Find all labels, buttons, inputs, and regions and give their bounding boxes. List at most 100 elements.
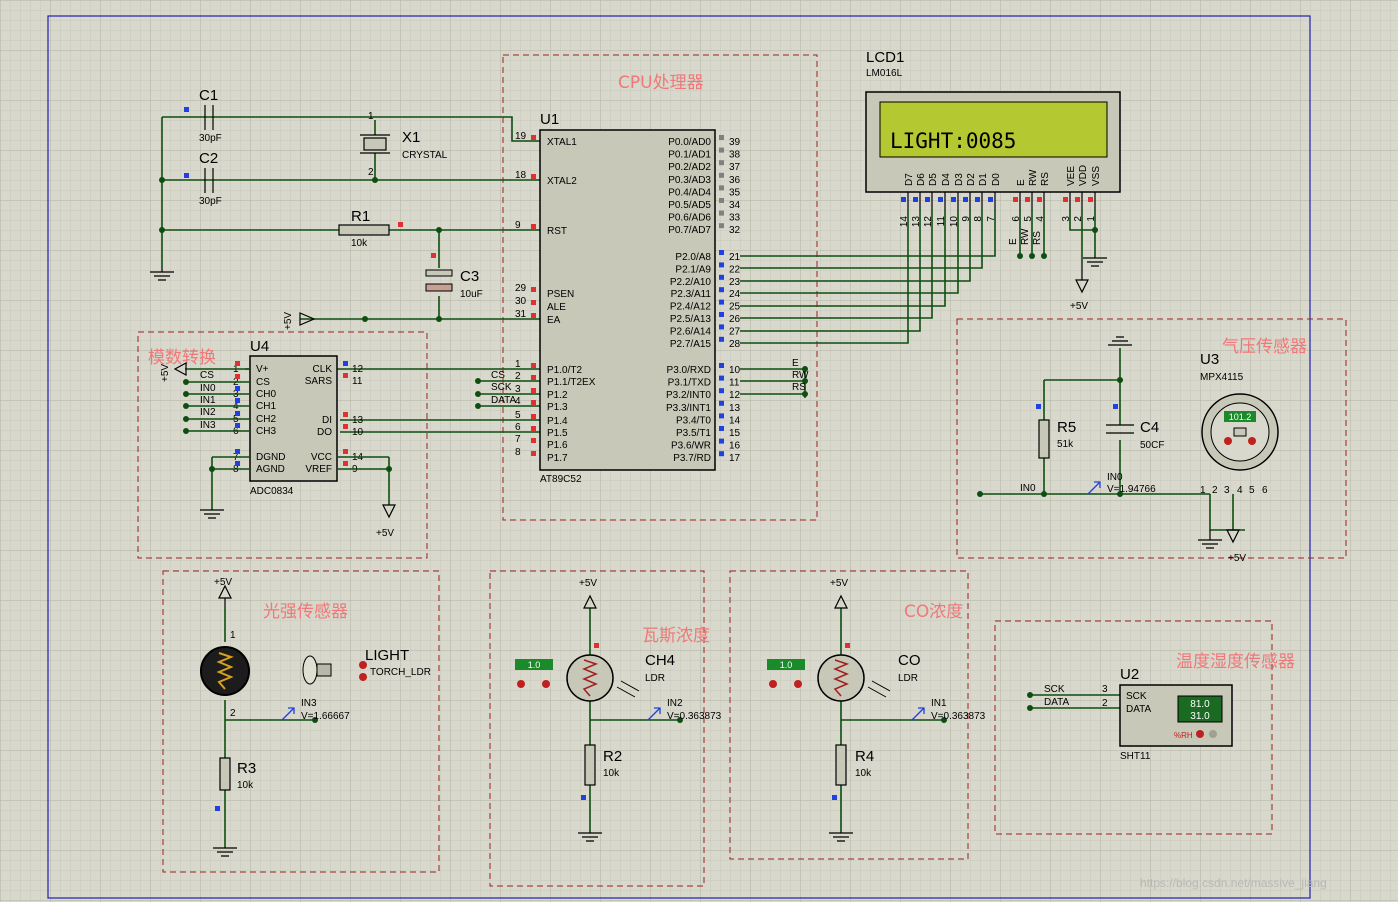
x1-pin2: 2 (368, 167, 374, 178)
u1-pin-num-13: 13 (729, 403, 741, 414)
u2-pin-sck-name: SCK (1126, 691, 1147, 702)
lcd-pin-name-rs: RS (1040, 172, 1051, 186)
u3-pin1: 1 (1200, 485, 1206, 496)
u1-pin-num-30: 30 (515, 296, 527, 307)
u1-pin-num-38: 38 (729, 150, 741, 161)
u4-pin-marker-8 (235, 461, 240, 466)
u1-pin-marker-34 (719, 198, 724, 203)
u1-pin-name-p1-2: P1.2 (547, 390, 568, 401)
u1-pin-name-p2-4-a12: P2.4/A12 (670, 302, 712, 313)
u1-pin-marker-4 (531, 400, 536, 405)
u1-pin-marker-3 (531, 388, 536, 393)
u4-pin-marker-6 (235, 423, 240, 428)
u1-pin-name-ea: EA (547, 315, 561, 326)
u1-pin-marker-36 (719, 172, 724, 178)
probe-in3-label: IN3 (301, 698, 317, 709)
lcd-ctrl-rw: RW (1020, 228, 1031, 245)
u1-pin-marker-21 (719, 250, 724, 255)
ch4-part: LDR (645, 673, 665, 684)
u4-pin-marker-3 (235, 386, 240, 391)
u1-pin-name-p1-5: P1.5 (547, 428, 568, 439)
lcd-pin-marker-6 (1013, 197, 1018, 202)
u4-pin-name-ch3: CH3 (256, 426, 276, 437)
u1-pin-marker-33 (719, 210, 724, 216)
co-supply-label: +5V (830, 578, 848, 589)
c2-value: 30pF (199, 196, 222, 207)
u1-pin-marker-32 (719, 223, 724, 229)
u1-pin-num-15: 15 (729, 428, 741, 439)
u1-pin-name-p3-1-txd: P3.1/TXD (668, 378, 711, 389)
u3-pin2: 2 (1212, 485, 1218, 496)
lcd-pin-name-d1: D1 (978, 173, 989, 186)
light-pin1: 1 (230, 630, 236, 641)
u1-pin-marker-31 (531, 313, 536, 318)
u1-pin-name-xtal2: XTAL2 (547, 176, 577, 187)
u1-pin-marker-8 (531, 451, 536, 456)
lcd-pin-marker-2 (1075, 197, 1080, 202)
lcd-pin-name-d7: D7 (904, 173, 915, 186)
u3-display-value: 101.2 (1229, 412, 1252, 422)
u1-pin-num-12: 12 (729, 390, 741, 401)
u4-pin-name-clk: CLK (313, 364, 333, 375)
u1-pin-marker-18 (531, 174, 536, 179)
u1-pin-marker-14 (719, 413, 724, 419)
net-label-rw: RW (792, 370, 809, 381)
group-label-cpu: CPU处理器 (618, 73, 704, 93)
sht-net-data: DATA (1044, 697, 1070, 708)
u4-pin-name-di: DI (322, 415, 332, 426)
u1-pin-marker-35 (719, 185, 724, 191)
u1-pin-num-25: 25 (729, 302, 741, 313)
u1-pin-name-p2-6-a14: P2.6/A14 (670, 326, 712, 337)
u4-pin-marker-9 (343, 461, 348, 466)
u1-pin-marker-12 (719, 388, 724, 394)
u4-ref: U4 (250, 338, 269, 355)
lcd-pin-marker-5 (1025, 197, 1030, 202)
lcd-pin-name-d3: D3 (954, 173, 965, 186)
lcd-pin-marker-1 (1088, 197, 1093, 202)
u1-pin-marker-11 (719, 375, 724, 381)
u4-supply-label: +5V (160, 364, 171, 382)
u1-pin-name-p1-0-t2: P1.0/T2 (547, 365, 582, 376)
u3-part: MPX4115 (1200, 372, 1244, 383)
u1-pin-name-p0-6-ad6: P0.6/AD6 (668, 213, 711, 224)
u1-pin-name-p0-5-ad5: P0.5/AD5 (668, 200, 711, 211)
light-ldr-part: TORCH_LDR (370, 667, 431, 678)
ch4-ref: CH4 (645, 652, 675, 669)
u1-pin-num-10: 10 (729, 365, 741, 376)
u1-part: AT89C52 (540, 474, 582, 485)
u2-part: SHT11 (1120, 751, 1151, 762)
lcd-pin-name-rw: RW (1028, 169, 1039, 186)
u1-pin-name-p1-3: P1.3 (547, 402, 568, 413)
co-part: LDR (898, 673, 918, 684)
lcd-text: LIGHT:0085 (890, 129, 1016, 153)
u4-pin-num-11: 11 (352, 376, 363, 387)
lcd-pin-name-d0: D0 (991, 173, 1002, 186)
lcd-pin-name-e: E (1016, 179, 1027, 186)
u1-pin-num-16: 16 (729, 441, 741, 452)
u1-pin-name-p3-4-t0: P3.4/T0 (676, 415, 711, 426)
lcd-pin-name-vee: VEE (1066, 166, 1077, 186)
net-label-sck: SCK (491, 382, 512, 393)
c1-value: 30pF (199, 133, 222, 144)
u4-pin-name-dgnd: DGND (256, 452, 285, 463)
u4-pin-name-cs: CS (256, 377, 270, 388)
u4-part: ADC0834 (250, 486, 294, 497)
lcd-pin-marker-12 (925, 197, 930, 202)
u1-pin-marker-22 (719, 262, 724, 268)
lcd-pin-marker-13 (913, 197, 918, 202)
u4-vref-label: +5V (376, 528, 394, 539)
lcd-supply-label: +5V (1070, 301, 1088, 312)
net-label-data: DATA (491, 395, 517, 406)
u1-pin-marker-23 (719, 274, 724, 280)
probe-in3-voltage: V=1.66667 (301, 711, 350, 722)
r1-ref: R1 (351, 208, 370, 225)
u1-pin-name-p0-0-ad0: P0.0/AD0 (668, 137, 711, 148)
u1-pin-marker-7 (531, 438, 536, 443)
u1-pin-name-p3-5-t1: P3.5/T1 (676, 428, 711, 439)
c3-ref: C3 (460, 268, 479, 285)
r5-ref: R5 (1057, 419, 1076, 436)
u1-pin-marker-38 (719, 147, 724, 153)
lcd-pin-marker-4 (1037, 197, 1042, 202)
lcd-pin-num-14: 14 (899, 216, 910, 228)
u1-pin-marker-10 (719, 363, 724, 368)
